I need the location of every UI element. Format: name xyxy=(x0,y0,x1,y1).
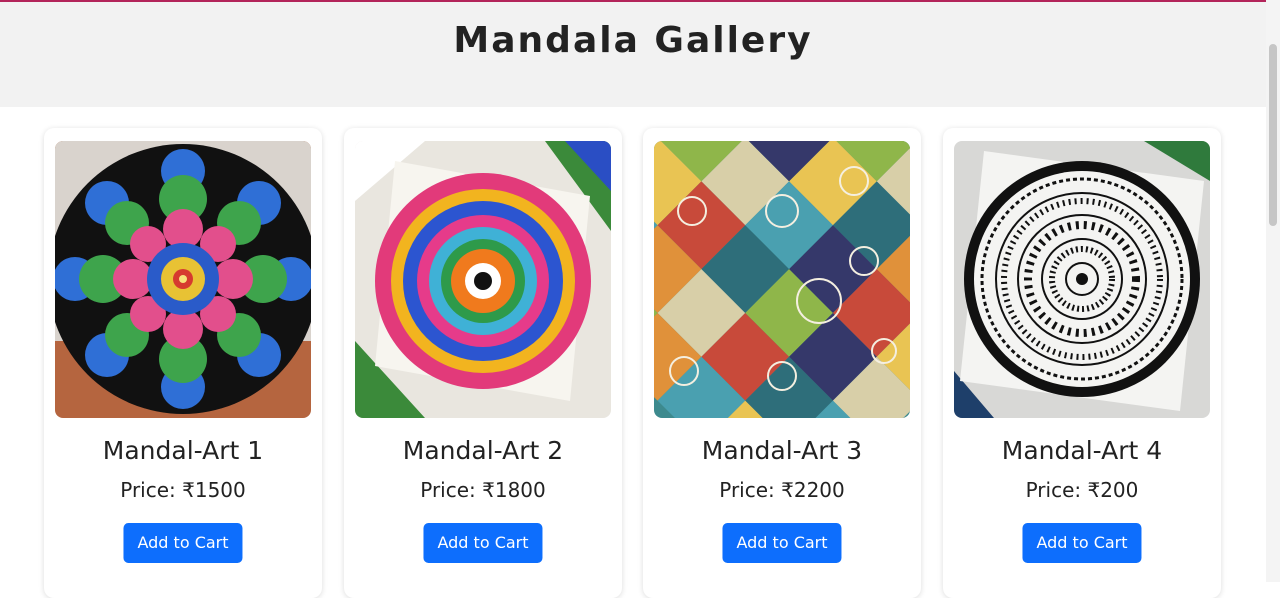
page-title: Mandala Gallery xyxy=(453,20,813,61)
add-to-cart-button[interactable]: Add to Cart xyxy=(423,523,543,563)
product-card: Mandal-Art 1 Price: ₹1500 Add to Cart xyxy=(44,128,322,598)
product-price: Price: ₹200 xyxy=(1025,478,1139,502)
patchwork-mandala-image[interactable] xyxy=(654,141,910,418)
dot-mandala-image[interactable] xyxy=(55,141,311,418)
product-price: Price: ₹1500 xyxy=(120,478,246,502)
product-card: Mandal-Art 2 Price: ₹1800 Add to Cart xyxy=(344,128,622,598)
page-header: Mandala Gallery xyxy=(0,2,1266,107)
product-card: Mandal-Art 3 Price: ₹2200 Add to Cart xyxy=(643,128,921,598)
black-ink-mandala-image[interactable] xyxy=(954,141,1210,418)
product-price: Price: ₹2200 xyxy=(719,478,845,502)
product-title: Mandal-Art 1 xyxy=(102,436,264,465)
product-title: Mandal-Art 4 xyxy=(1001,436,1163,465)
add-to-cart-button[interactable]: Add to Cart xyxy=(1022,523,1142,563)
add-to-cart-button[interactable]: Add to Cart xyxy=(722,523,842,563)
product-title: Mandal-Art 2 xyxy=(402,436,564,465)
vertical-scrollbar[interactable] xyxy=(1266,0,1280,582)
colorful-mandala-image[interactable] xyxy=(355,141,611,418)
product-title: Mandal-Art 3 xyxy=(701,436,863,465)
add-to-cart-button[interactable]: Add to Cart xyxy=(123,523,243,563)
product-price: Price: ₹1800 xyxy=(420,478,546,502)
product-card: Mandal-Art 4 Price: ₹200 Add to Cart xyxy=(943,128,1221,598)
scrollbar-thumb[interactable] xyxy=(1269,44,1277,226)
